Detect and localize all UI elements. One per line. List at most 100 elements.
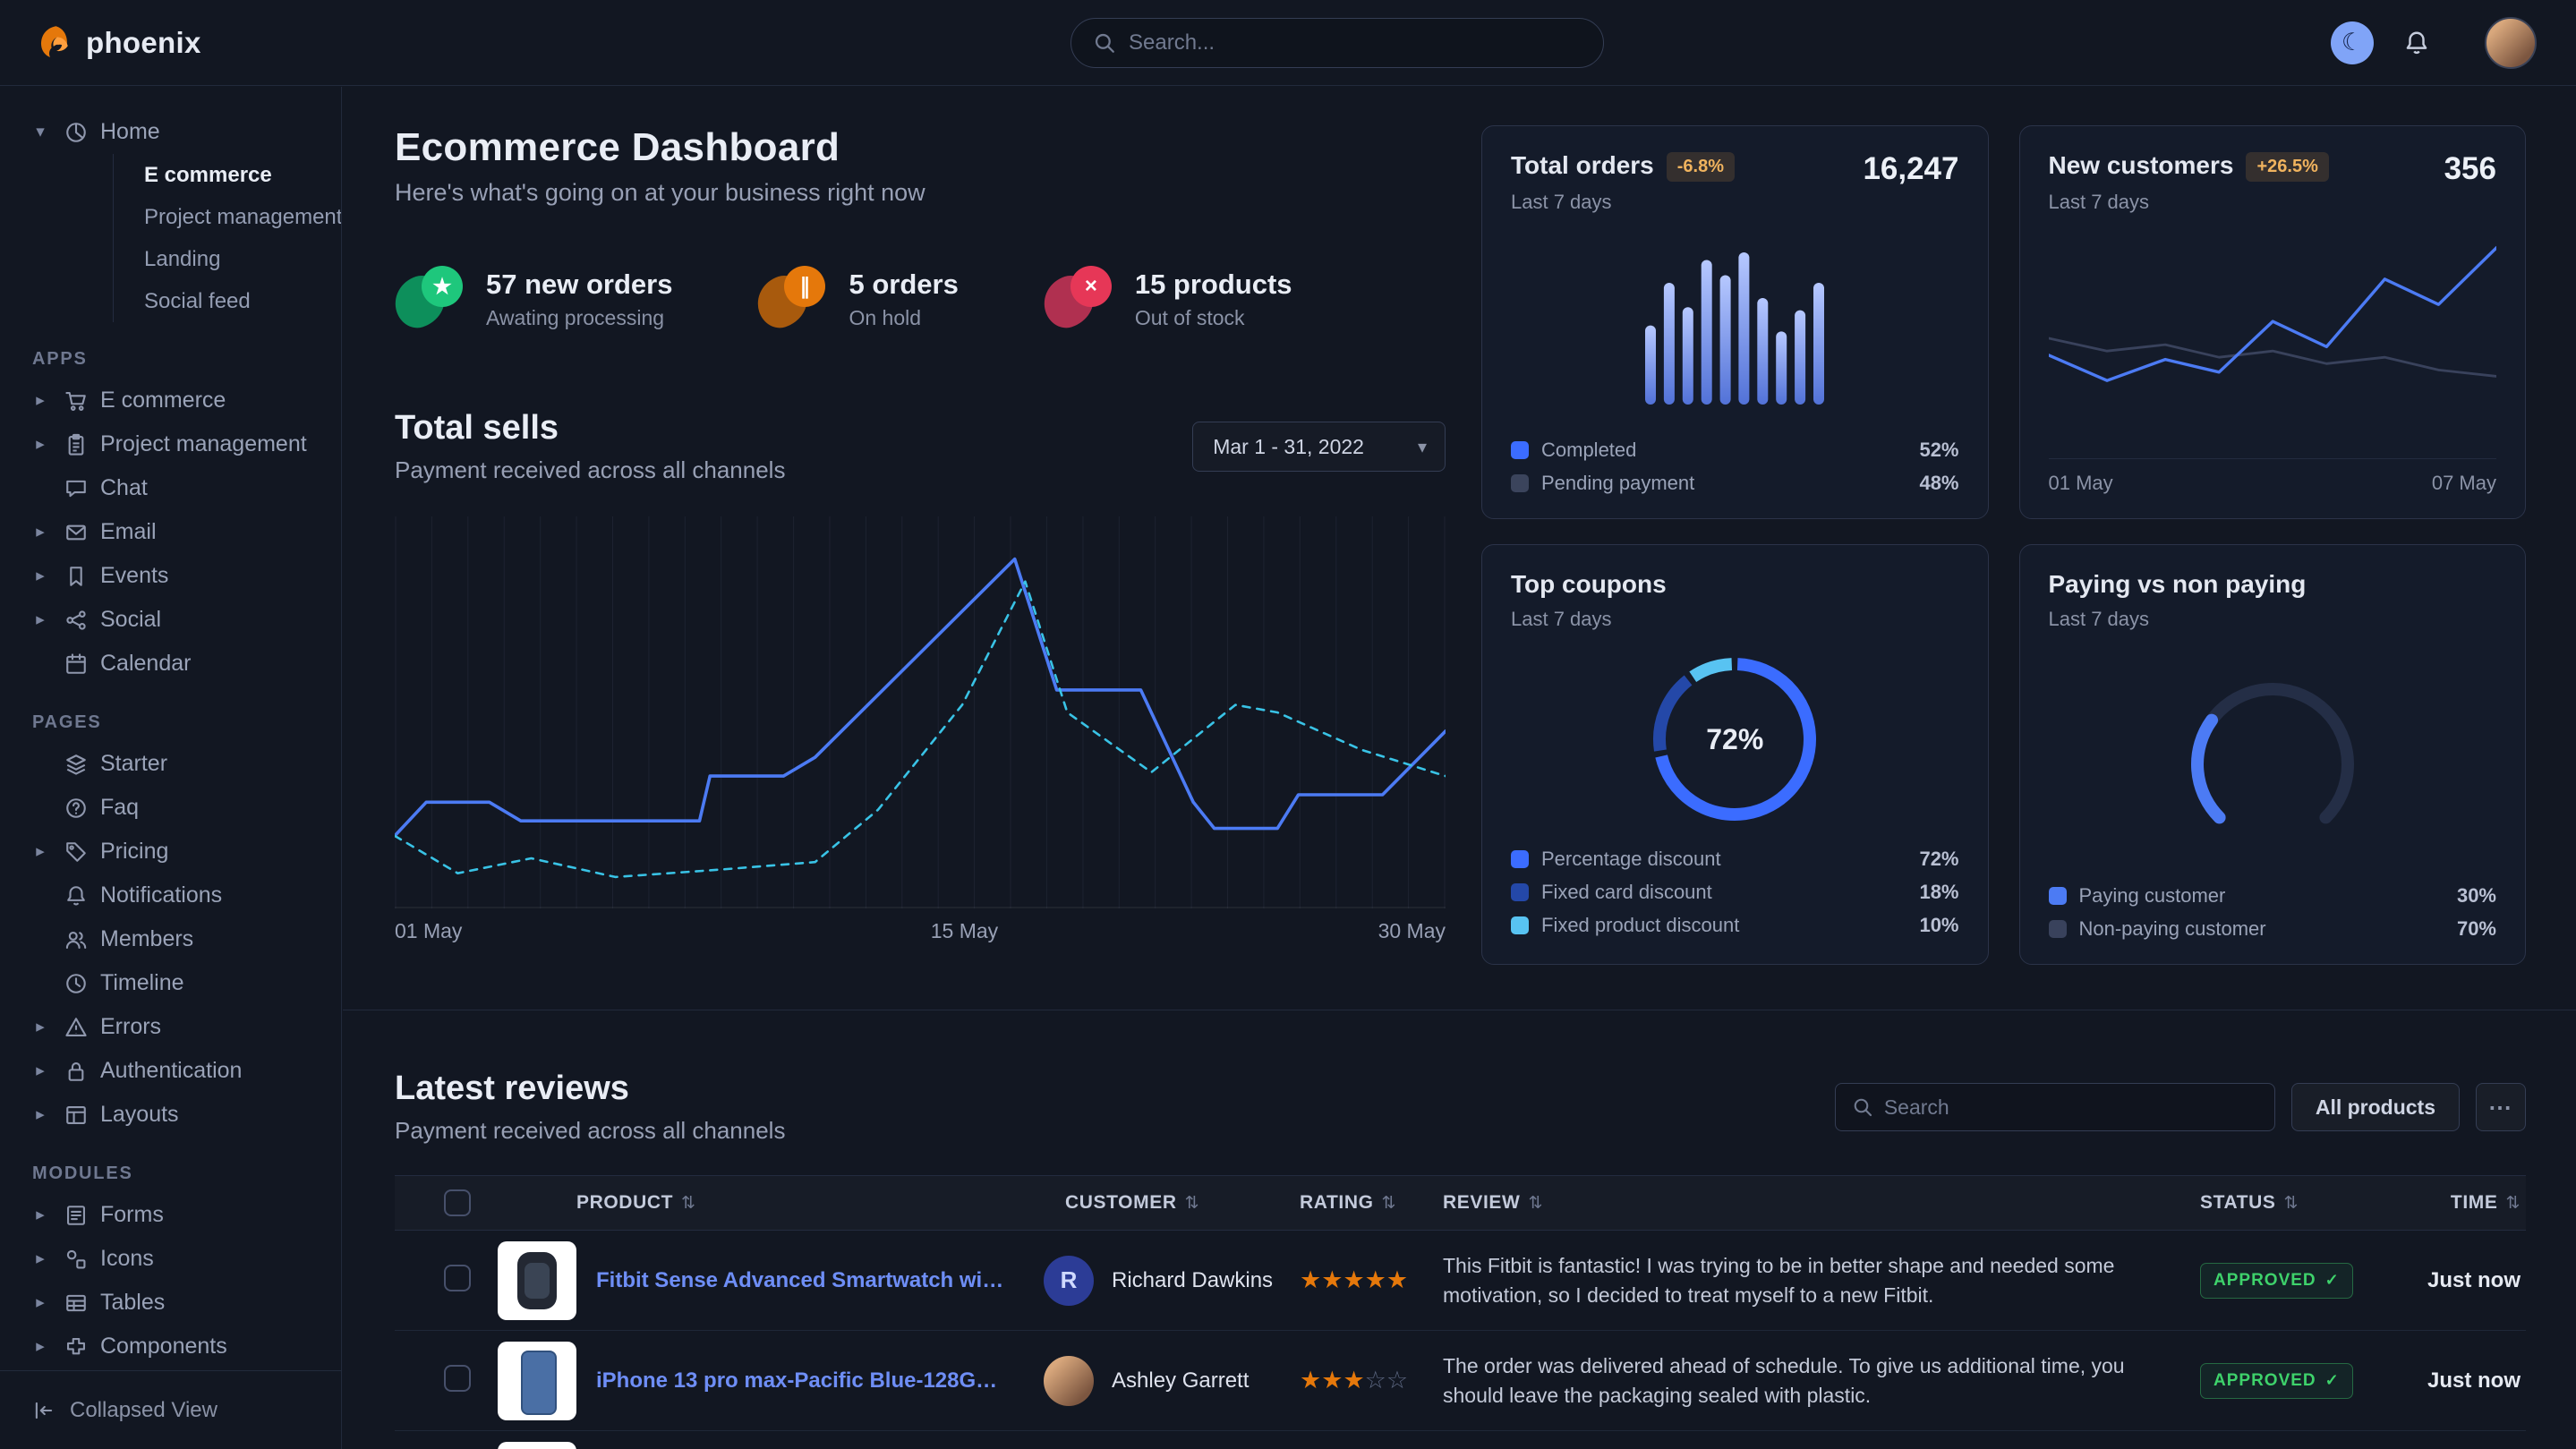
legend-swatch	[2049, 887, 2067, 905]
page-title: Ecommerce Dashboard	[395, 125, 1446, 170]
phoenix-logo-icon	[36, 23, 75, 63]
column-header-rating[interactable]: RATING⇅	[1269, 1192, 1412, 1214]
card-value: 356	[2444, 151, 2496, 187]
sidebar-subitem[interactable]: Social feed	[114, 280, 323, 322]
bell-icon	[2403, 30, 2430, 56]
legend-row: Percentage discount 72%	[1511, 848, 1959, 871]
sidebar-item[interactable]: ▸ E commerce	[29, 379, 323, 422]
reviews-search[interactable]	[1835, 1083, 2275, 1131]
reviews-search-input[interactable]	[1884, 1095, 2258, 1120]
reviews-title: Latest reviews	[395, 1070, 785, 1108]
search-input[interactable]	[1129, 30, 1582, 55]
section-label: PAGES	[32, 712, 323, 733]
sidebar-item-icon	[64, 433, 88, 456]
sidebar-item[interactable]: Starter	[29, 742, 323, 786]
column-header-product[interactable]: PRODUCT⇅	[498, 1192, 1029, 1214]
sidebar-subitem[interactable]: Project management	[114, 196, 323, 238]
collapsed-view-toggle[interactable]: Collapsed View	[0, 1370, 341, 1449]
product-thumbnail[interactable]	[498, 1241, 576, 1320]
trend-badge: -6.8%	[1667, 152, 1735, 182]
legend-swatch	[1511, 916, 1529, 934]
caret-icon: ▸	[29, 841, 52, 862]
chevron-down-icon: ▾	[1418, 436, 1427, 458]
section-label: MODULES	[32, 1163, 323, 1184]
select-all-checkbox[interactable]	[444, 1189, 471, 1216]
sidebar-item[interactable]: ▸ Project management	[29, 422, 323, 466]
global-search[interactable]	[1070, 18, 1604, 68]
status-badge: APPROVED	[2200, 1363, 2353, 1399]
notifications-button[interactable]	[2399, 25, 2435, 61]
table-row: iPhone 13 pro max-Pacific Blue-128GB sto…	[395, 1331, 2526, 1431]
sidebar-item[interactable]: ▸ Email	[29, 510, 323, 554]
row-checkbox[interactable]	[444, 1365, 471, 1392]
card-title: Top coupons	[1511, 570, 1667, 598]
sidebar-item-home[interactable]: ▾ Home	[29, 110, 323, 154]
product-thumbnail[interactable]	[498, 1342, 576, 1420]
review-time: Just now	[2370, 1268, 2526, 1293]
caret-icon: ▸	[29, 522, 52, 542]
theme-toggle-button[interactable]: ☾	[2331, 21, 2374, 64]
column-header-customer[interactable]: CUSTOMER⇅	[1029, 1192, 1269, 1214]
sidebar-item[interactable]: ▸ Components	[29, 1325, 323, 1368]
sidebar-item[interactable]: ▸ Errors	[29, 1005, 323, 1049]
sidebar-item-icon	[64, 753, 88, 776]
product-link[interactable]: iPhone 13 pro max-Pacific Blue-128GB sto…	[596, 1368, 1029, 1394]
column-header-status[interactable]: STATUS⇅	[2200, 1192, 2370, 1214]
top-navbar: phoenix ☾	[0, 0, 2576, 86]
sidebar-item[interactable]: ▸ Icons	[29, 1237, 323, 1281]
sidebar-item-icon	[64, 1248, 88, 1271]
sidebar-subitem[interactable]: E commerce	[114, 154, 323, 196]
sidebar-item-icon	[64, 884, 88, 908]
sidebar-item[interactable]: ▸ Authentication	[29, 1049, 323, 1093]
sidebar: ▾ Home E commerce Project management Lan…	[0, 87, 342, 1449]
sidebar-item[interactable]: ▸ Forms	[29, 1193, 323, 1237]
card-title: Paying vs non paying	[2049, 570, 2307, 598]
sidebar-item-icon	[64, 609, 88, 632]
column-header-review[interactable]: REVIEW⇅	[1412, 1192, 2200, 1214]
table-header-row: PRODUCT⇅ CUSTOMER⇅ RATING⇅ REVIEW⇅ STATU…	[395, 1175, 2526, 1231]
sidebar-item[interactable]: Calendar	[29, 642, 323, 686]
brand[interactable]: phoenix	[36, 23, 201, 63]
sidebar-item[interactable]: ▸ Pricing	[29, 830, 323, 874]
sidebar-item[interactable]: Notifications	[29, 874, 323, 917]
more-options-button[interactable]: ⋯	[2476, 1083, 2526, 1131]
sidebar-subitem[interactable]: Landing	[114, 238, 323, 280]
sort-icon: ⇅	[1185, 1193, 1200, 1214]
caret-icon: ▸	[29, 1061, 52, 1081]
sidebar-item-icon	[64, 840, 88, 864]
sidebar-item[interactable]: ▸ Events	[29, 554, 323, 598]
collapse-icon	[32, 1399, 55, 1422]
sidebar-item[interactable]: Members	[29, 917, 323, 961]
product-thumbnail[interactable]	[498, 1442, 576, 1449]
legend-row: Non-paying customer 70%	[2049, 917, 2497, 941]
sidebar-item[interactable]: ▸ Social	[29, 598, 323, 642]
stat-value: 5 orders	[849, 268, 958, 301]
paying-legend: Paying customer 30% Non-paying customer …	[2049, 884, 2497, 941]
card-period: Last 7 days	[1511, 191, 1735, 214]
product-link[interactable]: Fitbit Sense Advanced Smartwatch with To…	[596, 1268, 1029, 1293]
rating-stars: ★★★★★	[1300, 1276, 1408, 1291]
legend-row: Pending payment 48%	[1511, 472, 1959, 495]
card-new-customers: New customers+26.5% Last 7 days 356 01 M…	[2019, 125, 2527, 519]
legend-swatch	[1511, 474, 1529, 492]
caret-icon: ▸	[29, 1104, 52, 1125]
sidebar-item-icon	[64, 477, 88, 500]
sidebar-item[interactable]: Chat	[29, 466, 323, 510]
sidebar-item[interactable]: ▸ Tables	[29, 1281, 323, 1325]
row-checkbox[interactable]	[444, 1265, 471, 1291]
stat-caption: Awating processing	[486, 306, 672, 330]
column-header-time[interactable]: TIME⇅	[2370, 1192, 2526, 1214]
sidebar-item-icon	[64, 389, 88, 413]
all-products-button[interactable]: All products	[2291, 1083, 2460, 1131]
legend-swatch	[1511, 883, 1529, 901]
sidebar-item[interactable]: Faq	[29, 786, 323, 830]
sidebar-item-icon	[64, 972, 88, 995]
section-label: APPS	[32, 349, 323, 370]
user-avatar[interactable]	[2485, 17, 2537, 69]
sidebar-item[interactable]: Timeline	[29, 961, 323, 1005]
legend-row: Fixed product discount 10%	[1511, 914, 1959, 937]
sidebar-item[interactable]: ▸ Layouts	[29, 1093, 323, 1137]
main-content: Ecommerce Dashboard Here's what's going …	[343, 86, 2576, 1449]
stat-icon: ×	[1044, 264, 1113, 334]
date-range-select[interactable]: Mar 1 - 31, 2022 ▾	[1192, 422, 1446, 472]
